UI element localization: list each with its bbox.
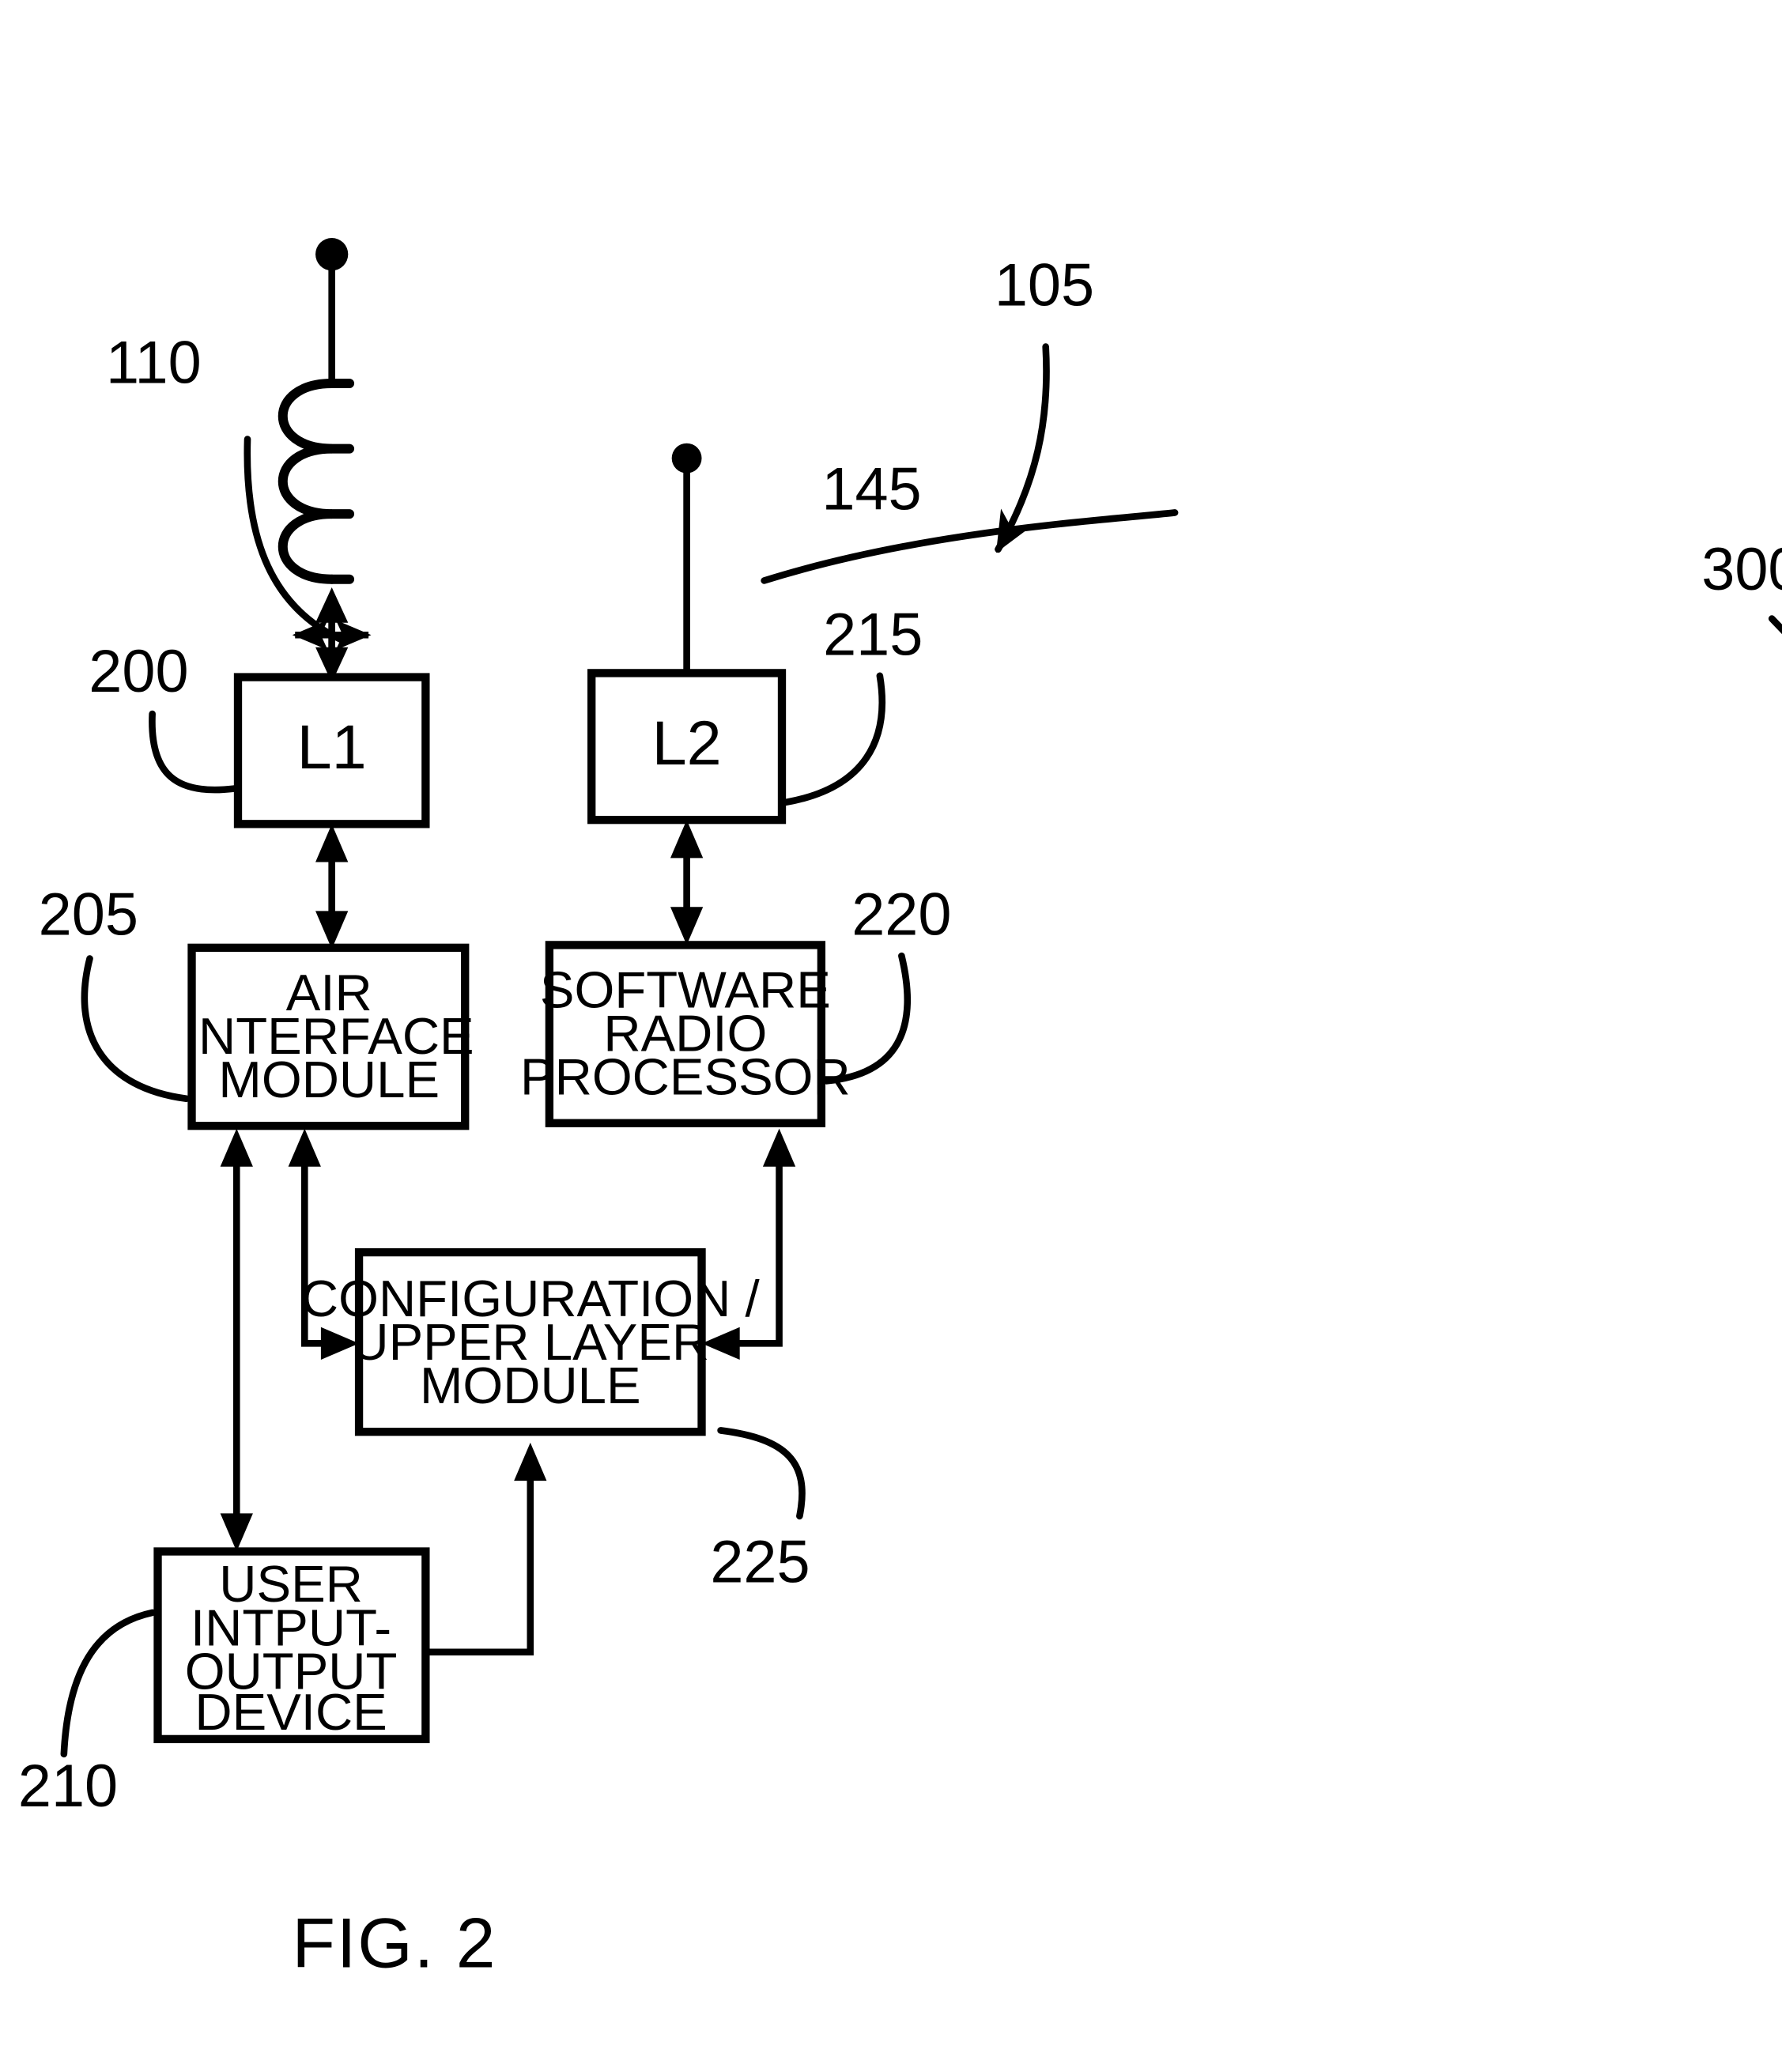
patent-drawing-sheet: 105 110 L1 200 145 L2 215 AIR INTERFACE … — [0, 0, 1782, 2072]
ref-number-205: 205 — [39, 881, 138, 949]
ref-215-leader — [782, 672, 886, 806]
box-user-io-line4: DEVICE — [194, 1683, 387, 1741]
ref-number-210: 210 — [18, 1753, 118, 1820]
ref-205-leader — [81, 955, 190, 1103]
box-l1-label: L1 — [297, 711, 367, 782]
ref-200-leader — [149, 710, 238, 794]
ref-number-215: 215 — [823, 601, 923, 668]
figure-2-group: 105 110 L1 200 145 L2 215 AIR INTERFACE … — [18, 238, 1179, 1982]
ref-225-leader — [717, 1427, 806, 1520]
ref-number-200: 200 — [89, 638, 188, 705]
patent-figures-svg: 105 110 L1 200 145 L2 215 AIR INTERFACE … — [18, 238, 1782, 1982]
ref-number-225: 225 — [710, 1528, 810, 1595]
ref-number-145: 145 — [821, 455, 921, 523]
ref-300-leader — [1768, 615, 1782, 635]
figure-2-caption: FIG. 2 — [292, 1903, 496, 1982]
helical-coil-antenna-icon — [277, 238, 355, 584]
box-configuration-line3: MODULE — [420, 1357, 641, 1414]
ref-number-300: 300 — [1701, 536, 1782, 603]
box-air-interface-module-line3: MODULE — [218, 1051, 440, 1108]
whip-antenna-icon — [671, 443, 702, 674]
ref-number-105: 105 — [995, 251, 1094, 319]
ref-105-leader — [995, 343, 1050, 553]
box-l2-label: L2 — [652, 708, 722, 778]
ref-number-110: 110 — [106, 329, 202, 396]
figure-3-group: 300 APPLICATION LAYER / STUB OBJECT 305 … — [1701, 536, 1782, 635]
ref-number-220: 220 — [851, 881, 951, 949]
ref-210-leader — [60, 1609, 156, 1758]
box-software-radio-processor-line3: PROCESSOR — [520, 1048, 851, 1106]
